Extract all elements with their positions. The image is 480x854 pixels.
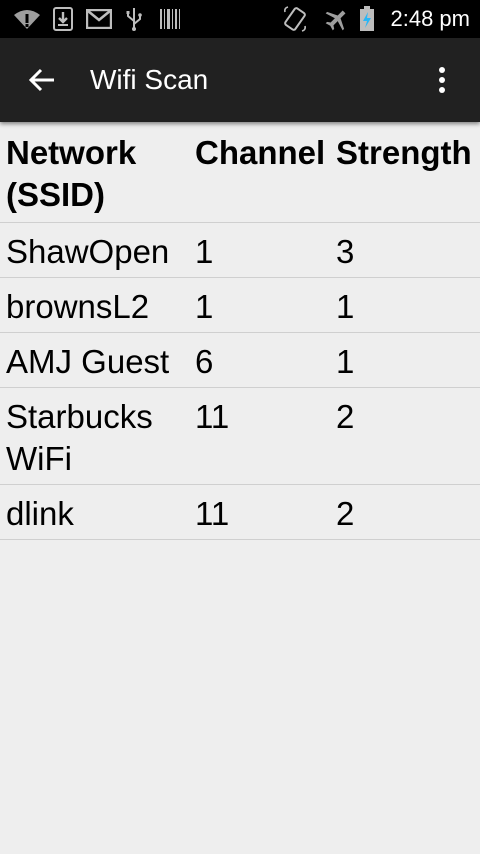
- table-row: AMJ Guest 6 1: [0, 333, 480, 388]
- header-network-ssid: Network (SSID): [0, 132, 189, 216]
- more-vert-icon: [439, 67, 445, 93]
- app-bar: Wifi Scan: [0, 38, 480, 122]
- cell-ssid: AMJ Guest: [6, 343, 170, 380]
- header-ssid-line2: (SSID): [6, 176, 105, 213]
- gmail-icon: [86, 7, 112, 31]
- barcode-icon: [158, 7, 182, 31]
- table-header-row: Network (SSID) Channel Strength: [0, 122, 480, 223]
- status-time: 2:48 pm: [390, 6, 471, 31]
- cell-strength: 1: [336, 288, 355, 325]
- back-button[interactable]: [22, 60, 62, 100]
- header-strength: Strength: [336, 134, 472, 171]
- usb-icon: [124, 7, 144, 31]
- cell-ssid: dlink: [6, 495, 74, 532]
- cell-ssid: ShawOpen: [6, 233, 170, 270]
- cell-channel: 1: [195, 288, 214, 325]
- wifi-alert-icon: [12, 7, 42, 31]
- airplane-mode-icon: [324, 7, 350, 31]
- cell-strength: 2: [336, 495, 355, 532]
- table-row: brownsL2 1 1: [0, 278, 480, 333]
- overflow-menu-button[interactable]: [422, 60, 462, 100]
- wifi-table: Network (SSID) Channel Strength ShawOpen…: [0, 122, 480, 540]
- table-row: Starbucks WiFi 11 2: [0, 388, 480, 485]
- cell-ssid: Starbucks WiFi: [6, 398, 153, 477]
- table-row: dlink 11 2: [0, 485, 480, 540]
- cell-channel: 6: [195, 343, 214, 380]
- header-ssid-line1: Network: [6, 134, 137, 171]
- cell-strength: 2: [336, 398, 355, 435]
- cell-strength: 3: [336, 233, 355, 270]
- cell-ssid: brownsL2: [6, 288, 150, 325]
- battery-charging-icon: [358, 6, 376, 31]
- page-title: Wifi Scan: [90, 64, 209, 95]
- download-icon: [52, 7, 74, 31]
- screen-rotate-icon: [282, 6, 308, 32]
- cell-channel: 1: [195, 233, 214, 270]
- cell-strength: 1: [336, 343, 355, 380]
- cell-channel: 11: [195, 495, 230, 532]
- header-channel: Channel: [195, 134, 326, 171]
- status-bar: 2:48 pm: [0, 0, 480, 38]
- cell-channel: 11: [195, 398, 230, 435]
- arrow-back-icon: [28, 68, 54, 92]
- table-row: ShawOpen 1 3: [0, 223, 480, 278]
